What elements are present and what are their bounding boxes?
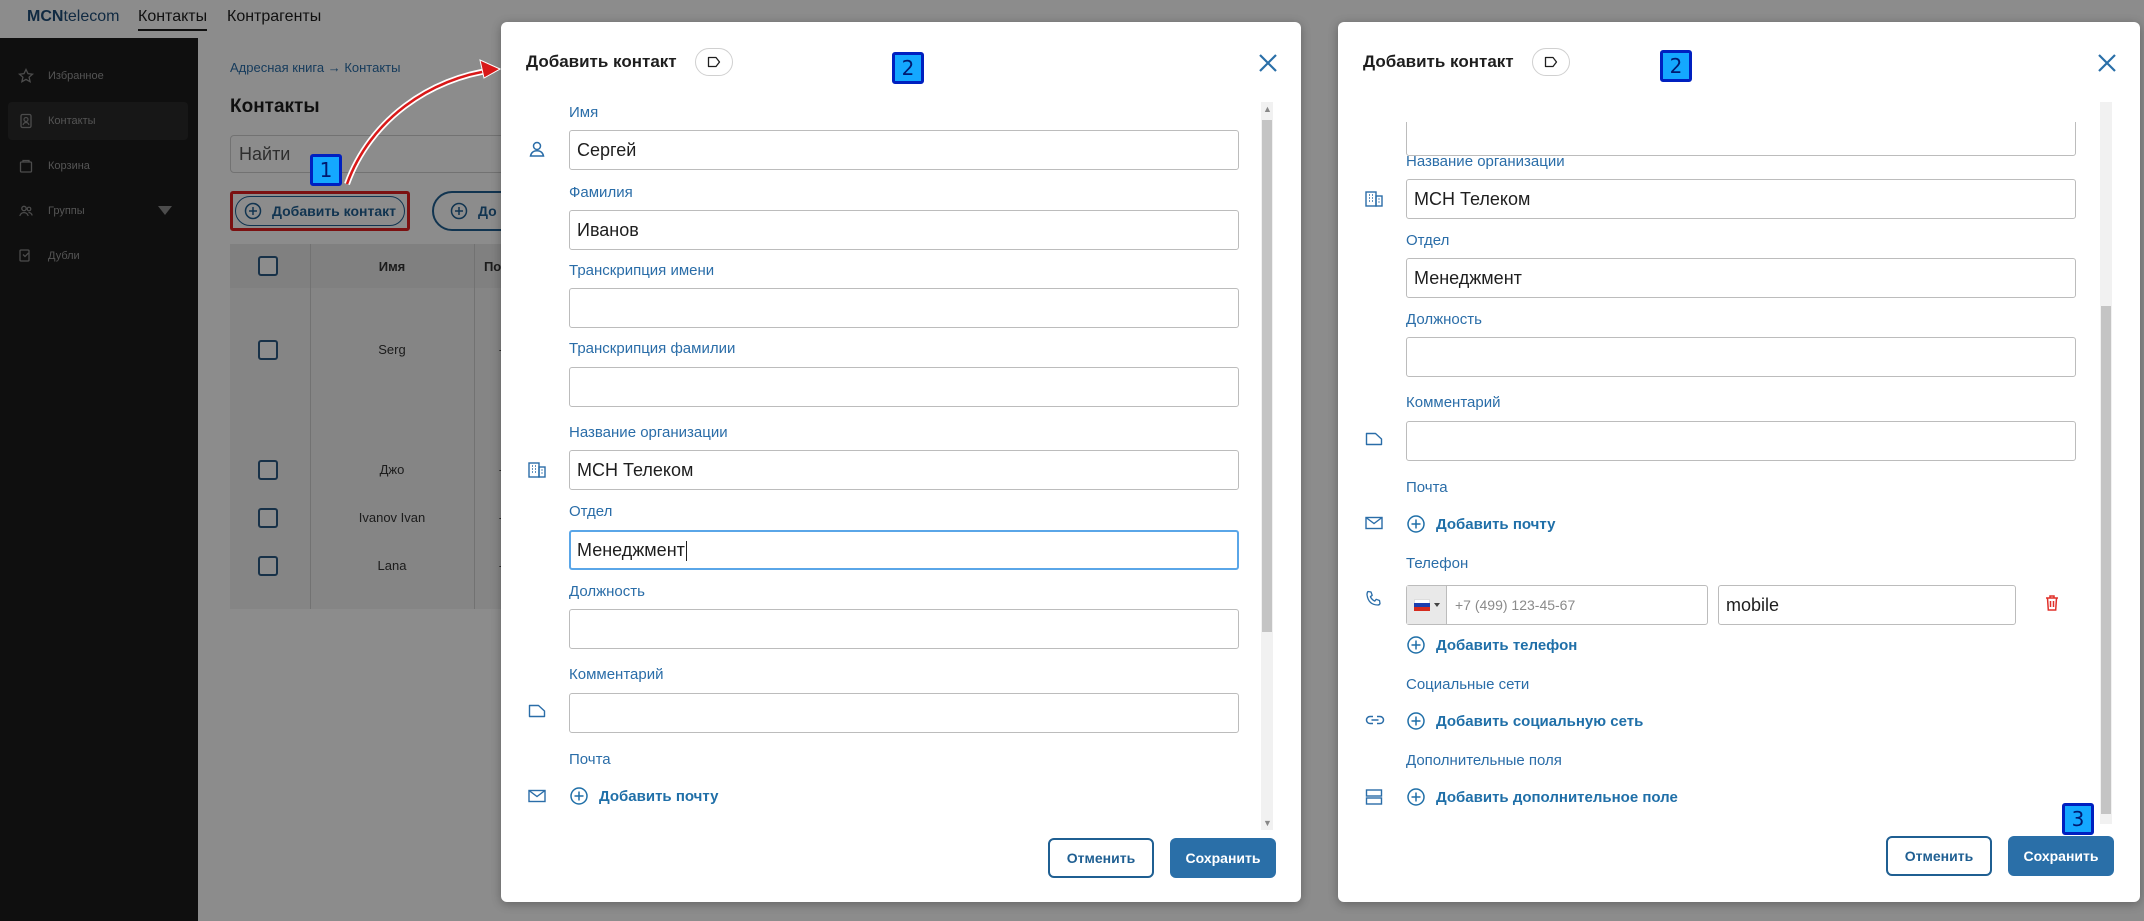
country-select[interactable]	[1407, 586, 1447, 624]
first-name-input[interactable]: Сергей	[569, 130, 1239, 170]
organization-input[interactable]: МСН Телеком	[1406, 179, 2076, 219]
add-mail-label: Добавить почту	[1436, 515, 1556, 533]
link-icon	[1364, 710, 1386, 732]
tag-button[interactable]	[1532, 48, 1570, 76]
delete-icon[interactable]	[2043, 593, 2065, 615]
tag-button[interactable]	[695, 48, 733, 76]
add-extra-field-link[interactable]: Добавить дополнительное поле	[1406, 787, 1678, 807]
add-social-link[interactable]: Добавить социальную сеть	[1406, 711, 1643, 731]
step-badge-2: 2	[892, 52, 924, 84]
person-icon	[527, 139, 549, 161]
organization-input[interactable]: МСН Телеком	[569, 450, 1239, 490]
field-label-first-name-transcription: Транскрипция имени	[569, 262, 715, 279]
field-label-position: Должность	[569, 583, 645, 600]
add-mail-link[interactable]: Добавить почту	[1406, 514, 1555, 534]
field-label-social: Социальные сети	[1406, 676, 1530, 693]
field-label-department: Отдел	[569, 503, 613, 520]
department-input[interactable]: Менеджмент	[569, 530, 1239, 570]
scroll-down-icon[interactable]: ▼	[1263, 818, 1272, 828]
save-button[interactable]: Сохранить	[2008, 836, 2114, 876]
field-label-mail: Почта	[1406, 479, 1448, 496]
field-label-last-name: Фамилия	[569, 184, 633, 201]
fields-icon	[1364, 787, 1386, 809]
field-label-department: Отдел	[1406, 232, 1450, 249]
add-mail-link[interactable]: Добавить почту	[569, 786, 718, 806]
scroll-up-icon[interactable]: ▲	[1263, 104, 1272, 114]
field-label-mail: Почта	[569, 751, 611, 768]
plus-circle-icon	[1406, 514, 1426, 534]
cancel-button[interactable]: Отменить	[1886, 836, 1992, 876]
chevron-down-icon	[1434, 603, 1440, 607]
department-input[interactable]: Менеджмент	[1406, 258, 2076, 298]
plus-circle-icon	[1406, 787, 1426, 807]
scroll-mask	[1338, 100, 2118, 122]
building-icon	[1364, 188, 1386, 210]
first-name-transcription-input[interactable]	[569, 288, 1239, 328]
cancel-button[interactable]: Отменить	[1048, 838, 1154, 878]
department-value: Менеджмент	[577, 540, 685, 560]
note-icon	[527, 701, 549, 723]
russia-flag-icon	[1414, 599, 1430, 611]
step-badge-1: 1	[310, 154, 342, 186]
clipped-input[interactable]	[1406, 116, 2076, 156]
dialog-title: Добавить контакт	[1363, 52, 1514, 71]
add-contact-dialog-right: Добавить контакт Название организации МС…	[1338, 22, 2140, 902]
field-label-first-name: Имя	[569, 104, 599, 121]
add-phone-label: Добавить телефон	[1436, 636, 1578, 654]
note-icon	[1364, 429, 1386, 451]
position-input[interactable]	[569, 609, 1239, 649]
step-badge-2-right: 2	[1660, 50, 1692, 82]
add-phone-link[interactable]: Добавить телефон	[1406, 635, 1577, 655]
save-button[interactable]: Сохранить	[1170, 838, 1276, 878]
dialog-title: Добавить контакт	[526, 52, 677, 71]
phone-placeholder: +7 (499) 123-45-67	[1455, 597, 1576, 613]
field-label-comment: Комментарий	[1406, 394, 1501, 411]
field-label-organization: Название организации	[569, 424, 728, 441]
field-label-extra: Дополнительные поля	[1406, 752, 1562, 769]
text-caret	[685, 541, 687, 562]
phone-icon	[1364, 589, 1386, 611]
close-icon[interactable]	[2096, 52, 2120, 76]
tag-icon	[1544, 56, 1558, 68]
add-extra-field-label: Добавить дополнительное поле	[1436, 788, 1678, 806]
position-input[interactable]	[1406, 337, 2076, 377]
scrollbar-thumb[interactable]	[2101, 306, 2111, 814]
add-contact-dialog-left: Добавить контакт Имя Сергей Фамилия Иван…	[501, 22, 1301, 902]
mail-icon	[527, 786, 549, 808]
last-name-input[interactable]: Иванов	[569, 210, 1239, 250]
step-badge-3: 3	[2062, 803, 2094, 835]
add-mail-label: Добавить почту	[599, 787, 719, 805]
comment-input[interactable]	[1406, 421, 2076, 461]
phone-input[interactable]: +7 (499) 123-45-67	[1406, 585, 1708, 625]
close-icon[interactable]	[1257, 52, 1281, 76]
plus-circle-icon	[569, 786, 589, 806]
field-label-position: Должность	[1406, 311, 1482, 328]
field-label-phone: Телефон	[1406, 555, 1469, 572]
plus-circle-icon	[1406, 635, 1426, 655]
field-label-comment: Комментарий	[569, 666, 664, 683]
mail-icon	[1364, 513, 1386, 535]
add-social-label: Добавить социальную сеть	[1436, 712, 1644, 730]
building-icon	[527, 459, 549, 481]
tag-icon	[707, 56, 721, 68]
last-name-transcription-input[interactable]	[569, 367, 1239, 407]
phone-type-input[interactable]: mobile	[1718, 585, 2016, 625]
scrollbar-thumb[interactable]	[1262, 120, 1272, 632]
plus-circle-icon	[1406, 711, 1426, 731]
field-label-organization: Название организации	[1406, 153, 1565, 170]
comment-input[interactable]	[569, 693, 1239, 733]
field-label-last-name-transcription: Транскрипция фамилии	[569, 340, 736, 357]
